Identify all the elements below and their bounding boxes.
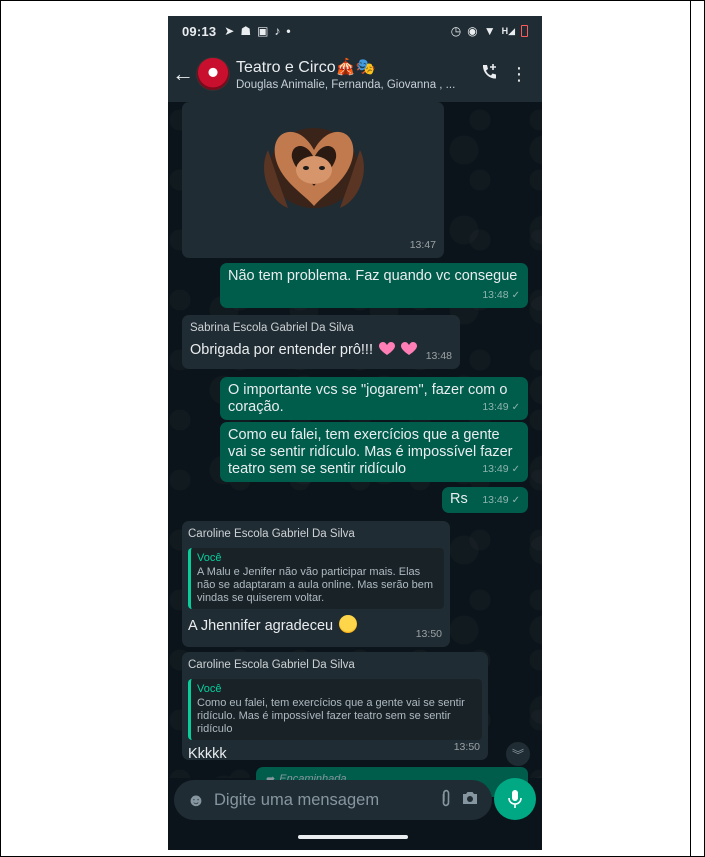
quote-author: Você — [197, 683, 222, 695]
message-text: Como eu falei, tem exercícios que a gent… — [228, 427, 513, 477]
outgoing-message[interactable]: Como eu falei, tem exercícios que a gent… — [220, 422, 528, 482]
camera-icon[interactable] — [458, 790, 482, 811]
microphone-icon — [508, 790, 522, 808]
emoji-icon[interactable]: ☻ — [184, 790, 208, 811]
sticker-message[interactable]: 13:47 — [182, 102, 444, 258]
sent-check-icon: ✓ — [511, 290, 520, 301]
status-bar: 09:13 ➤ ☗ ▣ ♪ • ◷ ◉ ▼ H◢ — [168, 16, 542, 46]
add-call-icon[interactable] — [474, 62, 504, 87]
status-right-icons: ◷ ◉ ▼ H◢ — [451, 24, 528, 38]
incoming-message[interactable]: Caroline Escola Gabriel Da Silva Você Co… — [182, 652, 488, 762]
phone-screen: 09:13 ➤ ☗ ▣ ♪ • ◷ ◉ ▼ H◢ ← Teatro e Circ… — [168, 16, 542, 850]
message-text: Obrigada por entender prô!!! — [190, 342, 373, 358]
scroll-to-bottom-button[interactable]: ︾ — [506, 742, 530, 766]
message-time: 13:48 ✓ — [482, 289, 520, 301]
home-gesture-handle[interactable] — [298, 835, 408, 839]
sent-check-icon: ✓ — [511, 402, 520, 413]
pink-heart-icon — [379, 342, 396, 355]
input-bar: ☻ — [168, 778, 542, 824]
quote-text: A Malu e Jenifer não vão participar mais… — [197, 566, 434, 604]
sticker-image — [258, 120, 370, 212]
incoming-message[interactable]: Caroline Escola Gabriel Da Silva Você A … — [182, 521, 450, 647]
group-members: Douglas Animalie, Fernanda, Giovanna , .… — [236, 79, 456, 91]
outgoing-message[interactable]: O importante vcs se "jogarem", fazer com… — [220, 377, 528, 420]
game-icon: ☗ — [240, 24, 252, 38]
incoming-message[interactable]: Sabrina Escola Gabriel Da Silva Obrigada… — [182, 315, 460, 369]
status-left-icons: ➤ ☗ ▣ ♪ • — [224, 24, 290, 38]
message-text: Não tem problema. Faz quando vc consegue — [228, 268, 518, 284]
data-saver-icon: ◉ — [467, 24, 478, 38]
message-time: 13:50 — [415, 628, 442, 640]
back-arrow-icon[interactable]: ← — [172, 61, 194, 87]
status-time: 09:13 — [182, 23, 217, 39]
message-text: A Jhennifer agradeceu — [188, 618, 334, 634]
hearts-face-emoji-icon — [339, 615, 358, 633]
quote-text: Como eu falei, tem exercícios que a gent… — [197, 697, 465, 735]
youtube-icon: ▣ — [257, 24, 269, 38]
outgoing-message[interactable]: Rs 13:49 ✓ — [442, 487, 528, 513]
sender-name: Caroline Escola Gabriel Da Silva — [188, 659, 355, 671]
message-body: A Jhennifer agradeceu — [188, 615, 444, 635]
dot-icon: • — [286, 24, 291, 38]
sent-check-icon: ✓ — [511, 464, 520, 475]
more-options-icon[interactable]: ⋮ — [504, 64, 534, 85]
system-nav-bar — [168, 824, 542, 850]
message-time: 13:49 ✓ — [482, 463, 520, 475]
message-input[interactable] — [214, 790, 434, 810]
message-text: Rs — [450, 491, 468, 507]
quoted-message[interactable]: Você Como eu falei, tem exercícios que a… — [188, 679, 482, 740]
sender-name: Sabrina Escola Gabriel Da Silva — [190, 322, 354, 334]
double-chevron-down-icon: ︾ — [511, 747, 524, 762]
message-list[interactable]: 13:47 Não tem problema. Faz quando vc co… — [168, 102, 542, 797]
quoted-message[interactable]: Você A Malu e Jenifer não vão participar… — [188, 548, 444, 609]
alarm-icon: ◷ — [450, 24, 462, 38]
quote-author: Você — [197, 552, 222, 564]
group-name: Teatro e Circo🎪🎭 — [236, 59, 376, 76]
message-text: O importante vcs se "jogarem", fazer com… — [228, 382, 508, 415]
pink-heart-icon — [401, 342, 418, 355]
group-emojis: 🎪🎭 — [335, 59, 376, 76]
message-time: 13:49 ✓ — [482, 494, 520, 506]
message-body: Obrigada por entender prô!!! — [190, 342, 452, 359]
message-text: Kkkkk — [188, 746, 227, 762]
message-time: 13:48 — [425, 350, 452, 362]
message-composer: ☻ — [174, 780, 492, 820]
outgoing-message[interactable]: Não tem problema. Faz quando vc consegue… — [220, 263, 528, 308]
chat-header: ← Teatro e Circo🎪🎭 Douglas Animalie, Fer… — [168, 46, 542, 102]
group-avatar[interactable] — [196, 57, 230, 91]
sender-name: Caroline Escola Gabriel Da Silva — [188, 528, 355, 540]
attach-icon[interactable] — [434, 789, 458, 812]
signal-icon: H◢ — [501, 25, 515, 36]
message-time: 13:49 ✓ — [482, 401, 520, 413]
voice-record-button[interactable] — [494, 778, 536, 820]
message-time: 13:47 — [409, 239, 436, 251]
group-info[interactable]: Teatro e Circo🎪🎭 Douglas Animalie, Ferna… — [236, 57, 474, 91]
message-time: 13:50 — [453, 741, 480, 753]
wifi-icon: ▼ — [483, 24, 496, 38]
frame-divider — [690, 0, 691, 857]
telegram-icon: ➤ — [224, 24, 235, 38]
sent-check-icon: ✓ — [511, 495, 520, 506]
tiktok-icon: ♪ — [274, 24, 281, 38]
battery-low-icon — [521, 25, 528, 37]
